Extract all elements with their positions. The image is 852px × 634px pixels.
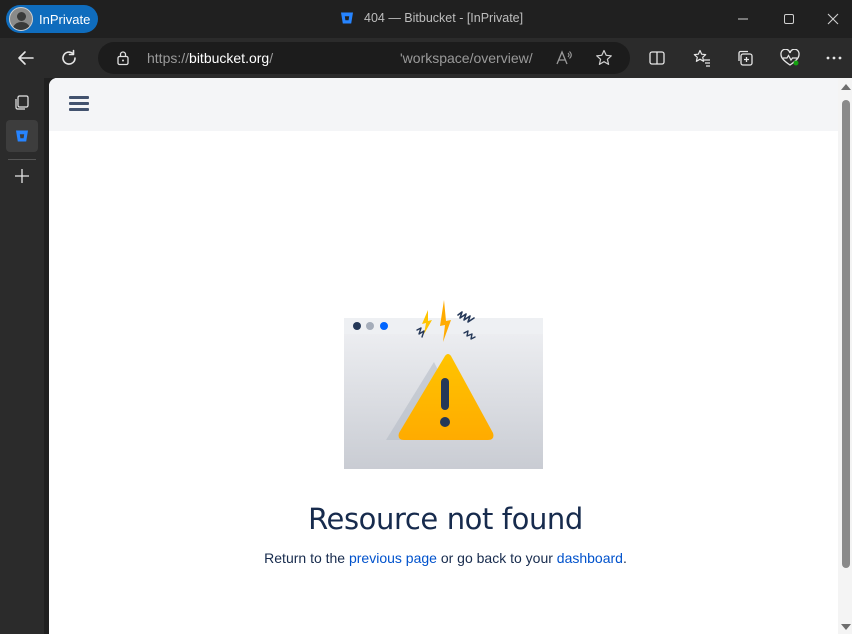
- dashboard-link[interactable]: dashboard: [557, 550, 623, 566]
- browser-essentials-button[interactable]: [774, 42, 806, 74]
- url-slash: /: [269, 50, 274, 66]
- url-text: https://bitbucket.org/: [147, 50, 273, 66]
- plus-icon: [15, 169, 29, 183]
- sidebar-tab-bitbucket[interactable]: [6, 120, 38, 152]
- vertical-tabs-sidebar: [0, 78, 44, 634]
- maximize-button[interactable]: [766, 0, 812, 38]
- new-tab-button[interactable]: [6, 160, 38, 192]
- inprivate-label: InPrivate: [39, 11, 91, 27]
- refresh-icon: [62, 49, 76, 65]
- lock-icon[interactable]: [116, 50, 130, 66]
- tab-title[interactable]: 404 — Bitbucket - [InPrivate]: [340, 11, 523, 25]
- message-middle: or go back to your: [436, 550, 557, 566]
- page-viewport: Resource not found Return to the previou…: [49, 78, 852, 634]
- more-dots-icon: [826, 56, 842, 60]
- profile-avatar-icon: [9, 7, 33, 31]
- address-bar[interactable]: https://bitbucket.org/ 'workspace/overvi…: [98, 42, 630, 74]
- warning-illustration: [344, 300, 543, 469]
- close-window-button[interactable]: [810, 0, 852, 38]
- favorites-button[interactable]: [686, 42, 718, 74]
- collections-icon: [738, 50, 753, 66]
- scroll-down-arrow-icon[interactable]: [841, 624, 851, 630]
- error-message: Return to the previous page or go back t…: [49, 550, 842, 566]
- heart-pulse-icon: [780, 49, 800, 66]
- hamburger-line: [69, 102, 89, 105]
- inprivate-profile-button[interactable]: InPrivate: [6, 5, 98, 33]
- hamburger-line: [69, 96, 89, 99]
- refresh-button[interactable]: [53, 42, 85, 74]
- url-path: 'workspace/overview/: [400, 50, 533, 66]
- message-prefix: Return to the: [264, 550, 349, 566]
- settings-more-button[interactable]: [818, 42, 850, 74]
- back-arrow-icon: [18, 51, 34, 65]
- navigation-bar: https://bitbucket.org/ 'workspace/overvi…: [0, 38, 852, 78]
- split-screen-icon: [649, 51, 665, 65]
- title-bar: InPrivate 404 — Bitbucket - [InPrivate]: [0, 0, 852, 38]
- vertical-scrollbar[interactable]: [838, 78, 852, 634]
- close-icon: [827, 13, 839, 25]
- menu-button[interactable]: [69, 96, 91, 114]
- tab-actions-icon: [15, 95, 29, 110]
- read-aloud-icon[interactable]: [555, 49, 573, 67]
- tab-actions-button[interactable]: [6, 86, 38, 118]
- hamburger-line: [69, 108, 89, 111]
- page-title: Resource not found: [308, 502, 583, 536]
- tab-title-text: 404 — Bitbucket - [InPrivate]: [364, 11, 524, 25]
- maximize-icon: [784, 14, 794, 24]
- back-button[interactable]: [10, 42, 42, 74]
- favorites-list-icon: [693, 49, 710, 67]
- split-screen-button[interactable]: [641, 42, 673, 74]
- scroll-up-arrow-icon[interactable]: [841, 84, 851, 90]
- scroll-thumb[interactable]: [842, 100, 850, 568]
- collections-button[interactable]: [729, 42, 761, 74]
- bitbucket-icon: [341, 12, 353, 24]
- favorite-star-icon[interactable]: [595, 49, 613, 67]
- minimize-icon: [738, 18, 748, 20]
- url-scheme: https://: [147, 50, 190, 66]
- url-host: bitbucket.org: [189, 50, 270, 66]
- bitbucket-tab-icon: [16, 130, 28, 142]
- page-header: [49, 78, 838, 131]
- previous-page-link[interactable]: previous page: [349, 550, 437, 566]
- minimize-button[interactable]: [720, 0, 766, 38]
- message-suffix: .: [622, 550, 627, 566]
